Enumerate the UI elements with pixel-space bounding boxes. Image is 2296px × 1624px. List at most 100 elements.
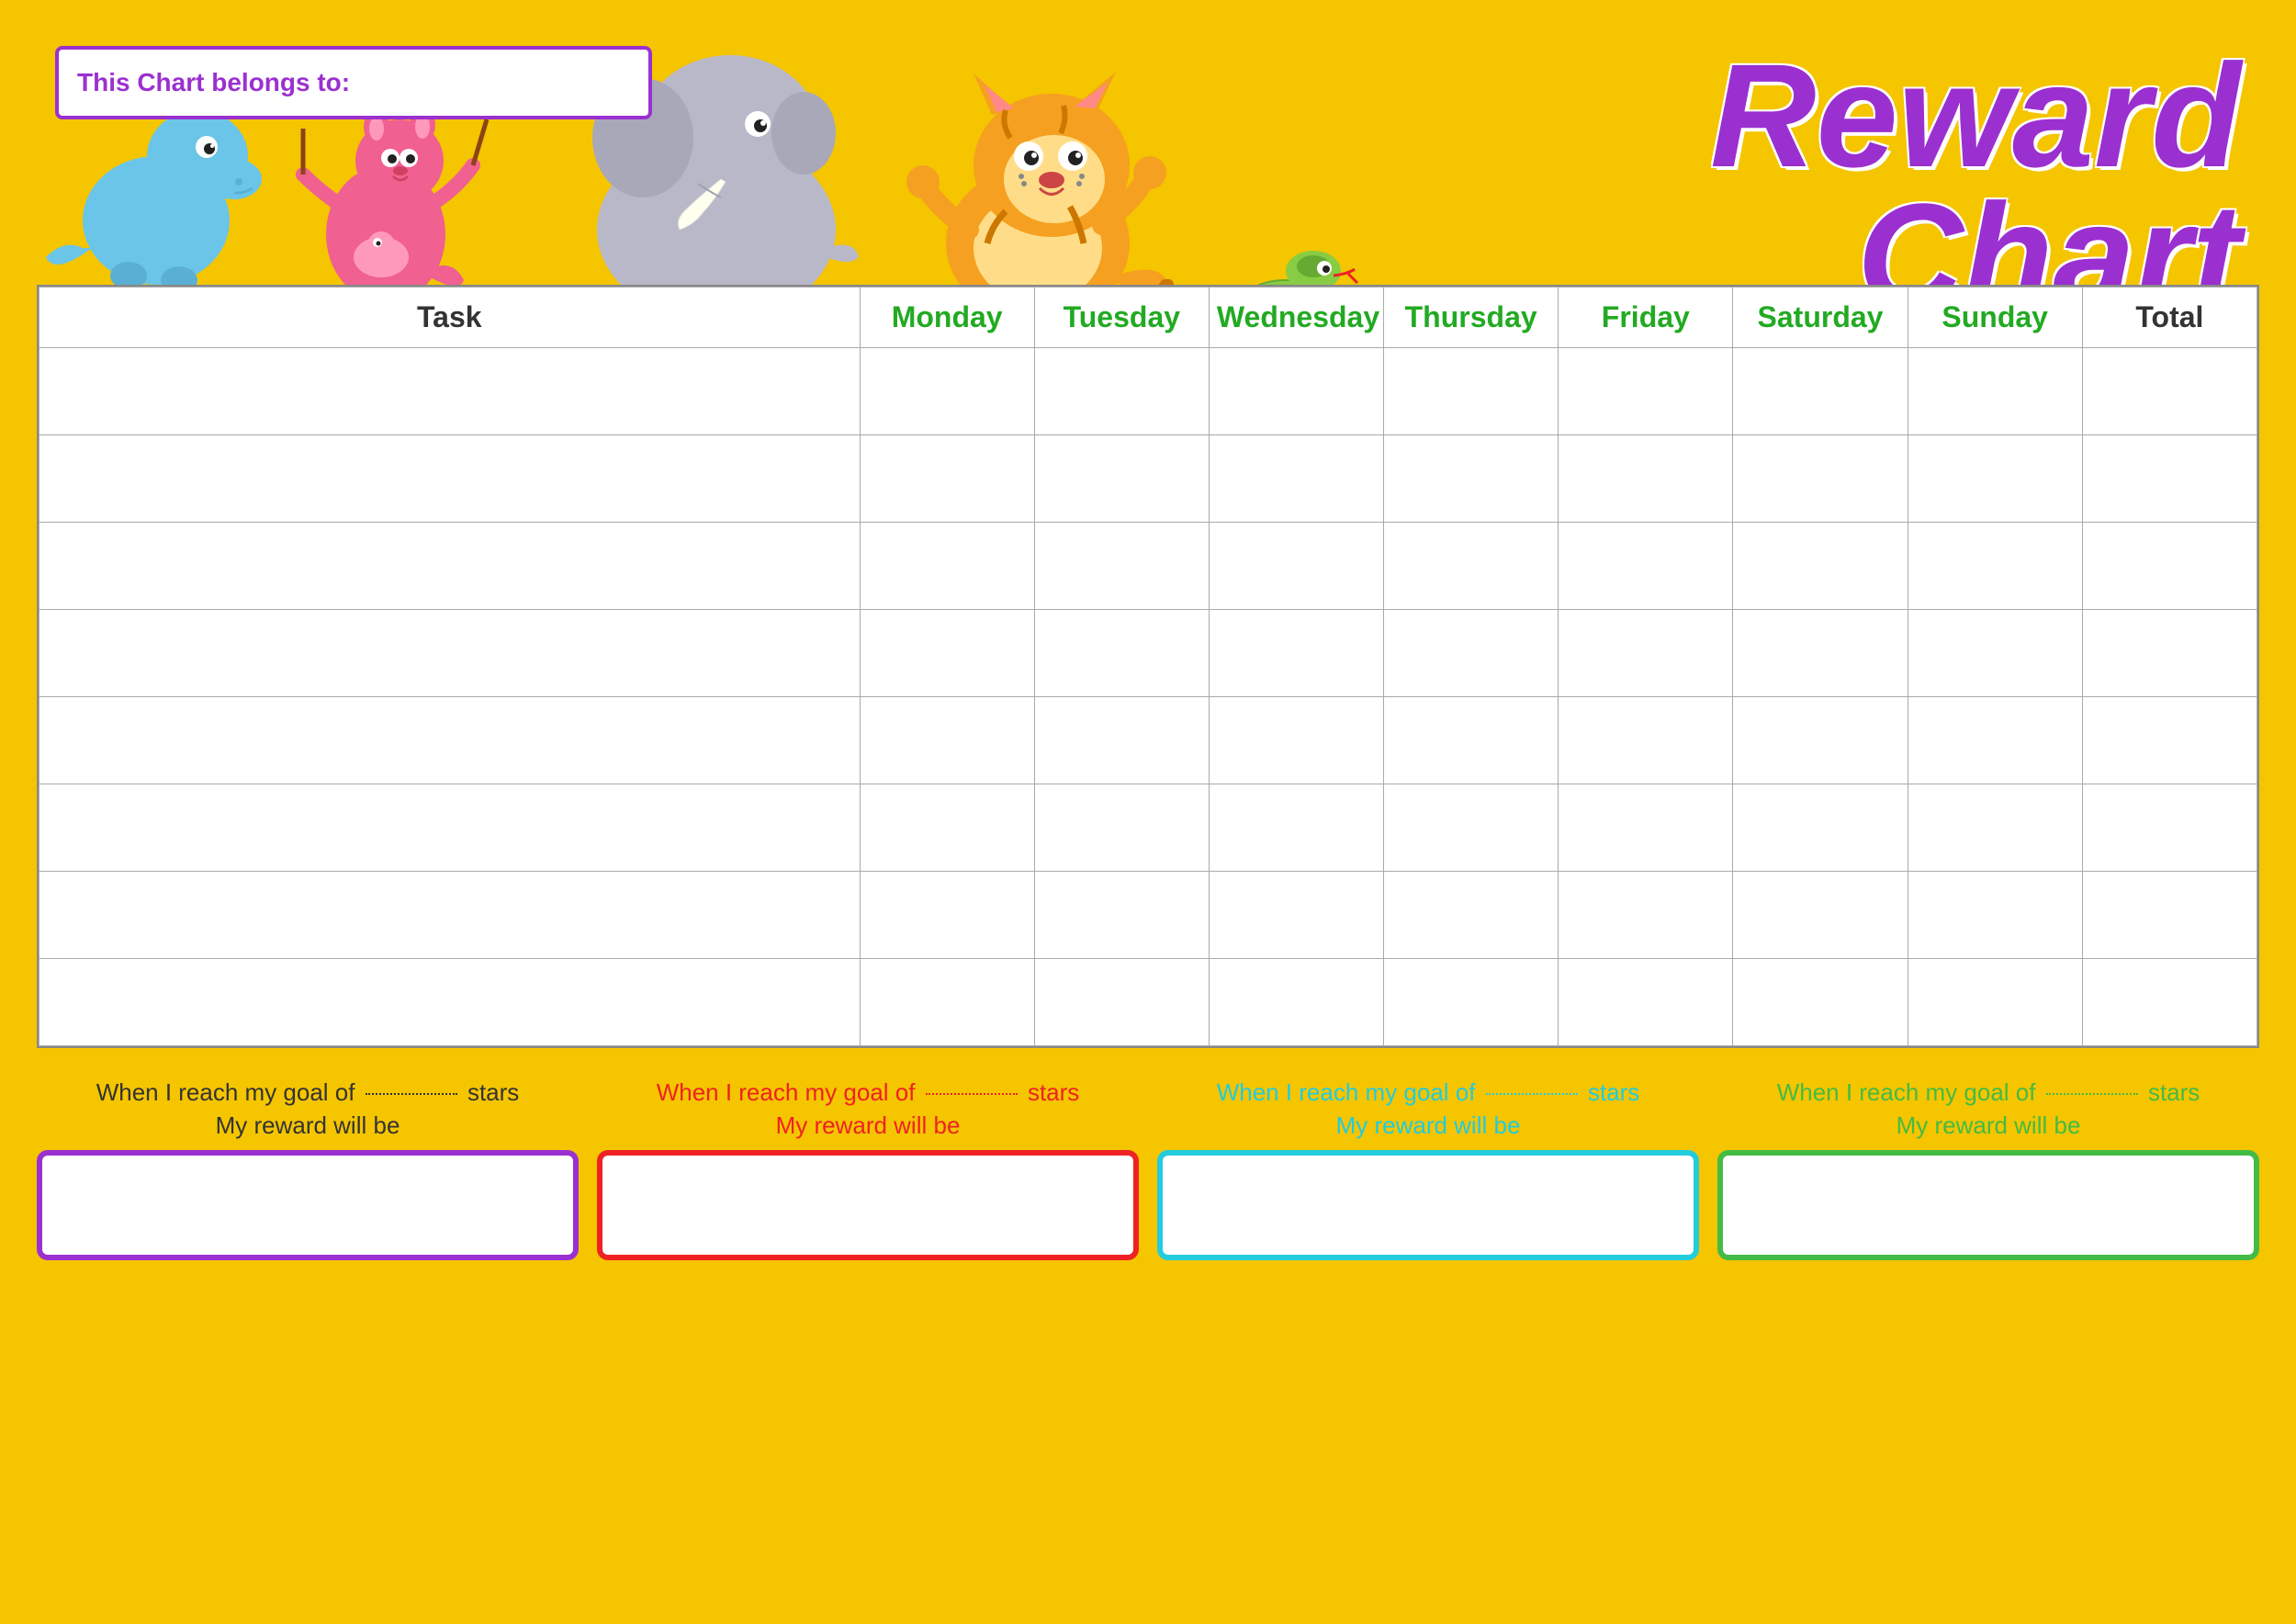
- chart-table-wrapper: Task Monday Tuesday Wednesday Thursday F…: [37, 285, 2259, 1048]
- table-cell[interactable]: [1733, 784, 1908, 872]
- table-cell[interactable]: [1384, 523, 1559, 610]
- table-cell[interactable]: [860, 348, 1034, 435]
- reward-goal-item-green: When I reach my goal of stars My reward …: [1717, 1076, 2259, 1260]
- table-cell[interactable]: [1559, 523, 1733, 610]
- table-cell[interactable]: [2082, 959, 2257, 1046]
- table-cell[interactable]: [1034, 435, 1209, 523]
- table-row: [39, 435, 2257, 523]
- table-cell[interactable]: [1559, 610, 1733, 697]
- th-wednesday: Wednesday: [1209, 288, 1383, 348]
- table-cell[interactable]: [2082, 523, 2257, 610]
- table-cell[interactable]: [1559, 348, 1733, 435]
- table-cell[interactable]: [1384, 610, 1559, 697]
- table-cell[interactable]: [1034, 697, 1209, 784]
- kangaroo-animal: [303, 107, 487, 285]
- table-cell[interactable]: [39, 959, 861, 1046]
- reward-goal-item-purple: When I reach my goal of stars My reward …: [37, 1076, 579, 1260]
- table-cell[interactable]: [39, 784, 861, 872]
- table-cell[interactable]: [1209, 435, 1383, 523]
- table-cell[interactable]: [1908, 610, 2082, 697]
- table-cell[interactable]: [1733, 435, 1908, 523]
- table-cell[interactable]: [1034, 523, 1209, 610]
- table-cell[interactable]: [2082, 610, 2257, 697]
- goal-dots-green: [2046, 1093, 2138, 1095]
- table-body: [39, 348, 2257, 1046]
- table-cell[interactable]: [39, 872, 861, 959]
- table-row: [39, 348, 2257, 435]
- table-cell[interactable]: [1559, 697, 1733, 784]
- table-cell[interactable]: [1908, 697, 2082, 784]
- th-task: Task: [39, 288, 861, 348]
- reward-box-red[interactable]: [597, 1150, 1139, 1260]
- reward-box-cyan[interactable]: [1157, 1150, 1699, 1260]
- reward-box-purple[interactable]: [37, 1150, 579, 1260]
- goal-dots-purple: [366, 1093, 457, 1095]
- table-cell[interactable]: [1384, 435, 1559, 523]
- table-cell[interactable]: [1559, 784, 1733, 872]
- table-cell[interactable]: [1384, 697, 1559, 784]
- table-cell[interactable]: [860, 435, 1034, 523]
- reward-chart-title: Reward Chart: [1710, 46, 2241, 325]
- table-cell[interactable]: [2082, 435, 2257, 523]
- table-cell[interactable]: [1733, 523, 1908, 610]
- table-cell[interactable]: [2082, 784, 2257, 872]
- table-cell[interactable]: [1034, 610, 1209, 697]
- table-cell[interactable]: [2082, 872, 2257, 959]
- th-friday: Friday: [1559, 288, 1733, 348]
- table-cell[interactable]: [1384, 348, 1559, 435]
- th-saturday: Saturday: [1733, 288, 1908, 348]
- table-cell[interactable]: [1559, 872, 1733, 959]
- table-cell[interactable]: [860, 784, 1034, 872]
- table-cell[interactable]: [1034, 872, 1209, 959]
- table-cell[interactable]: [39, 610, 861, 697]
- reward-goal-text-cyan: When I reach my goal of stars My reward …: [1217, 1076, 1640, 1143]
- table-cell[interactable]: [39, 523, 861, 610]
- table-cell[interactable]: [1908, 523, 2082, 610]
- table-cell[interactable]: [1733, 872, 1908, 959]
- table-cell[interactable]: [39, 697, 861, 784]
- table-cell[interactable]: [1209, 697, 1383, 784]
- table-cell[interactable]: [1209, 784, 1383, 872]
- table-cell[interactable]: [39, 348, 861, 435]
- table-cell[interactable]: [1908, 959, 2082, 1046]
- table-cell[interactable]: [1209, 610, 1383, 697]
- table-cell[interactable]: [2082, 697, 2257, 784]
- table-cell[interactable]: [2082, 348, 2257, 435]
- table-cell[interactable]: [1733, 610, 1908, 697]
- table-cell[interactable]: [1209, 523, 1383, 610]
- table-cell[interactable]: [39, 435, 861, 523]
- table-cell[interactable]: [1384, 872, 1559, 959]
- table-cell[interactable]: [1908, 348, 2082, 435]
- reward-box-green[interactable]: [1717, 1150, 2259, 1260]
- table-cell[interactable]: [860, 523, 1034, 610]
- table-cell[interactable]: [1733, 348, 1908, 435]
- table-cell[interactable]: [860, 959, 1034, 1046]
- belongs-to-label: This Chart belongs to:: [77, 68, 350, 97]
- table-cell[interactable]: [1559, 435, 1733, 523]
- table-header-row: Task Monday Tuesday Wednesday Thursday F…: [39, 288, 2257, 348]
- table-cell[interactable]: [1733, 959, 1908, 1046]
- table-cell[interactable]: [1209, 872, 1383, 959]
- reward-table: Task Monday Tuesday Wednesday Thursday F…: [39, 287, 2257, 1046]
- table-cell[interactable]: [1034, 348, 1209, 435]
- table-cell[interactable]: [1034, 959, 1209, 1046]
- table-cell[interactable]: [1733, 697, 1908, 784]
- table-cell[interactable]: [1908, 435, 2082, 523]
- table-cell[interactable]: [1034, 784, 1209, 872]
- belongs-to-box[interactable]: This Chart belongs to:: [55, 46, 652, 119]
- table-cell[interactable]: [1908, 872, 2082, 959]
- table-cell[interactable]: [1384, 784, 1559, 872]
- header-left: This Chart belongs to:: [37, 28, 1414, 285]
- table-row: [39, 872, 2257, 959]
- th-thursday: Thursday: [1384, 288, 1559, 348]
- table-cell[interactable]: [1384, 959, 1559, 1046]
- table-cell[interactable]: [860, 872, 1034, 959]
- table-cell[interactable]: [1908, 784, 2082, 872]
- table-row: [39, 697, 2257, 784]
- table-cell[interactable]: [1209, 348, 1383, 435]
- table-cell[interactable]: [1209, 959, 1383, 1046]
- th-tuesday: Tuesday: [1034, 288, 1209, 348]
- table-cell[interactable]: [860, 610, 1034, 697]
- table-cell[interactable]: [860, 697, 1034, 784]
- table-cell[interactable]: [1559, 959, 1733, 1046]
